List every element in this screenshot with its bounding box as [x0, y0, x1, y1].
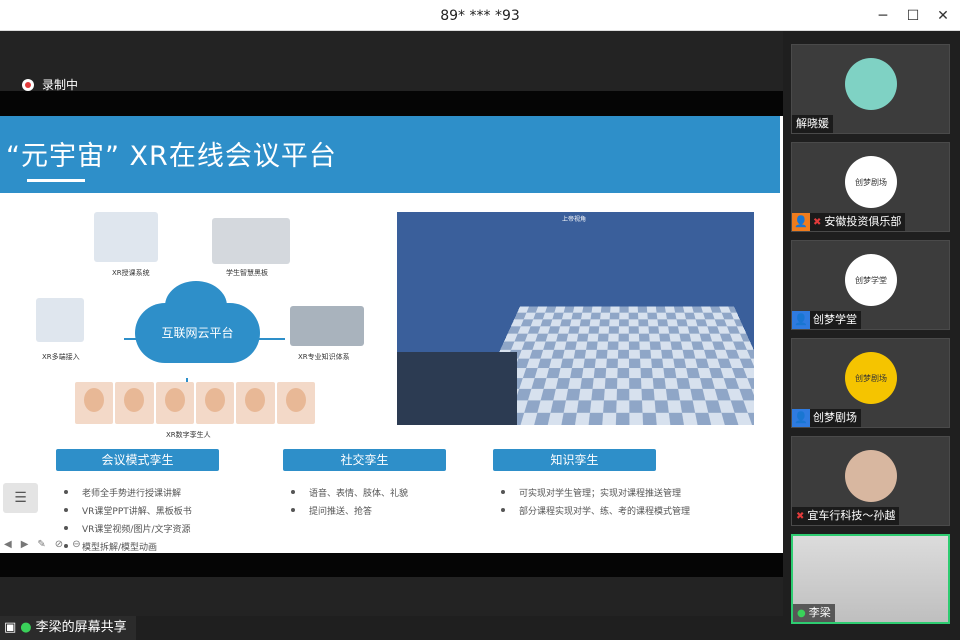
cloud-platform: 互联网云平台 [135, 281, 260, 363]
section-bullets: 可实现对学生管理；实现对课程推送管理 部分课程实现对学、练、考的课程模式管理 [497, 486, 690, 522]
slide-header: “元宇宙” XR在线会议平台 [0, 116, 780, 193]
user-icon: 👤 [792, 213, 810, 231]
maximize-button[interactable]: ☐ [903, 6, 923, 26]
section-label: 会议模式孪生 [56, 449, 219, 471]
bullet-item: 可实现对学生管理；实现对课程推送管理 [497, 486, 690, 499]
screen-share-label: ▣ ● 李梁的屏幕共享 [0, 616, 136, 640]
smart-board-image [212, 218, 290, 264]
avatar-face [276, 382, 315, 424]
avatar-face [195, 382, 235, 424]
prev-slide-icon[interactable]: ◀ [4, 539, 12, 550]
minimize-button[interactable]: ─ [873, 6, 893, 26]
diagram-caption: XR多端接入 [42, 353, 80, 361]
zoom-out-icon[interactable]: ⊖ [72, 539, 80, 550]
avatar: 创梦剧场 [845, 156, 897, 208]
close-button[interactable]: ✕ [933, 6, 953, 26]
avatar-face [115, 382, 154, 424]
user-icon: 👤 [792, 311, 810, 329]
avatar-face [75, 382, 114, 424]
participant-tile[interactable]: ✖ 宜车行科技～孙越 [791, 436, 950, 526]
scene-view-label: 上帝视角 [562, 216, 587, 223]
cloud-label: 互联网云平台 [161, 326, 234, 340]
participant-name: 李梁 [808, 606, 831, 619]
vr-photo-inset [397, 352, 517, 425]
slide-top-bar [0, 91, 783, 116]
participant-tile[interactable]: 创梦学堂 👤 创梦学堂 [791, 240, 950, 330]
diagram-caption: XR专业知识体系 [298, 353, 350, 361]
window-title: 89* *** *93 [440, 8, 520, 24]
section-label: 社交孪生 [283, 449, 446, 471]
recording-label: 录制中 [42, 78, 79, 92]
section-bullets: 语音、表情、肢体、礼貌 提问推送、抢答 [287, 486, 408, 522]
participant-tile[interactable]: 创梦剧场 👤 ✖ 安徽投资俱乐部 [791, 142, 950, 232]
participant-tile[interactable]: 创梦剧场 👤 创梦剧场 [791, 338, 950, 428]
next-slide-icon[interactable]: ▶ [21, 539, 29, 550]
teacher-image [94, 212, 158, 262]
screen-share-icon: ▣ [4, 620, 17, 635]
mic-on-icon: ● [20, 620, 32, 635]
bullet-item: VR课堂视频/图片/文字资源 [60, 522, 192, 535]
participant-name-bar: ● 李梁 [793, 604, 835, 622]
slide-title: “元宇宙” XR在线会议平台 [6, 141, 337, 172]
participants-sidebar: 解晓媛 创梦剧场 👤 ✖ 安徽投资俱乐部 创梦学堂 👤 创梦学堂 创梦剧场 👤 创梦剧场… [783, 31, 960, 640]
participant-name-bar: 👤 创梦学堂 [792, 311, 861, 329]
devices-image [36, 298, 84, 342]
arrow-right [245, 338, 285, 340]
vr-scene-image: 上帝视角 [397, 212, 754, 425]
knowledge-image [290, 306, 364, 346]
platform-diagram: XR授课系统 学生智慧黑板 XR多端接入 XR专业知识体系 互联网云平台 XR数… [30, 208, 370, 439]
bullet-item: 部分课程实现对学、练、考的课程模式管理 [497, 504, 690, 517]
avatar-face [236, 382, 275, 424]
mic-muted-icon: ✖ [796, 511, 805, 522]
diagram-caption: 学生智慧黑板 [226, 269, 268, 277]
screen-share-text: 李梁的屏幕共享 [35, 620, 127, 635]
digital-twin-faces [75, 382, 315, 424]
avatar-text: 创梦剧场 [855, 373, 887, 383]
participant-name-bar: 👤 ✖ 安徽投资俱乐部 [792, 213, 906, 231]
bullet-item: 语音、表情、肢体、礼貌 [287, 486, 408, 499]
title-underline [27, 179, 85, 182]
participant-tile[interactable]: 解晓媛 [791, 44, 950, 134]
participant-name: 安徽投资俱乐部 [824, 215, 902, 228]
bullet-item: 老师全手势进行授课讲解 [60, 486, 192, 499]
participant-name-bar: 👤 创梦剧场 [792, 409, 861, 427]
avatar [845, 58, 897, 110]
bullet-item: 提问推送、抢答 [287, 504, 408, 517]
section-label: 知识孪生 [493, 449, 656, 471]
slide-controls: ◀ ▶ ✎ ⊘ ⊖ [4, 539, 81, 550]
slide-bottom-bar [0, 553, 783, 577]
avatar: 创梦学堂 [845, 254, 897, 306]
mic-on-icon: ● [797, 608, 806, 619]
participant-name: 宜车行科技～孙越 [807, 509, 896, 522]
avatar: 创梦剧场 [845, 352, 897, 404]
participant-name: 创梦剧场 [813, 411, 857, 424]
participant-name-bar: ✖ 宜车行科技～孙越 [792, 507, 900, 525]
pen-icon[interactable]: ✎ [37, 539, 45, 550]
mic-muted-icon: ✖ [813, 217, 822, 228]
diagram-caption: XR数字孪生人 [166, 431, 211, 439]
eraser-icon[interactable]: ⊘ [55, 539, 63, 550]
presentation-slide: “元宇宙” XR在线会议平台 XR授课系统 学生智慧黑板 XR多端接入 XR专业… [0, 116, 783, 553]
participant-name: 创梦学堂 [813, 313, 857, 326]
diagram-caption: XR授课系统 [112, 269, 150, 277]
user-icon: 👤 [792, 409, 810, 427]
recording-icon [22, 79, 34, 91]
avatar [845, 450, 897, 502]
participant-name: 解晓媛 [792, 115, 833, 133]
bullet-item: VR课堂PPT讲解、黑板板书 [60, 504, 192, 517]
list-menu-icon[interactable]: ☰ [3, 483, 38, 513]
participant-tile-active[interactable]: ● 李梁 [791, 534, 950, 624]
avatar-face [155, 382, 194, 424]
window-title-bar: 89* *** *93 ─ ☐ ✕ [0, 0, 960, 31]
arrow-left [124, 338, 136, 340]
avatar-text: 创梦学堂 [855, 275, 887, 285]
avatar-text: 创梦剧场 [855, 177, 887, 187]
